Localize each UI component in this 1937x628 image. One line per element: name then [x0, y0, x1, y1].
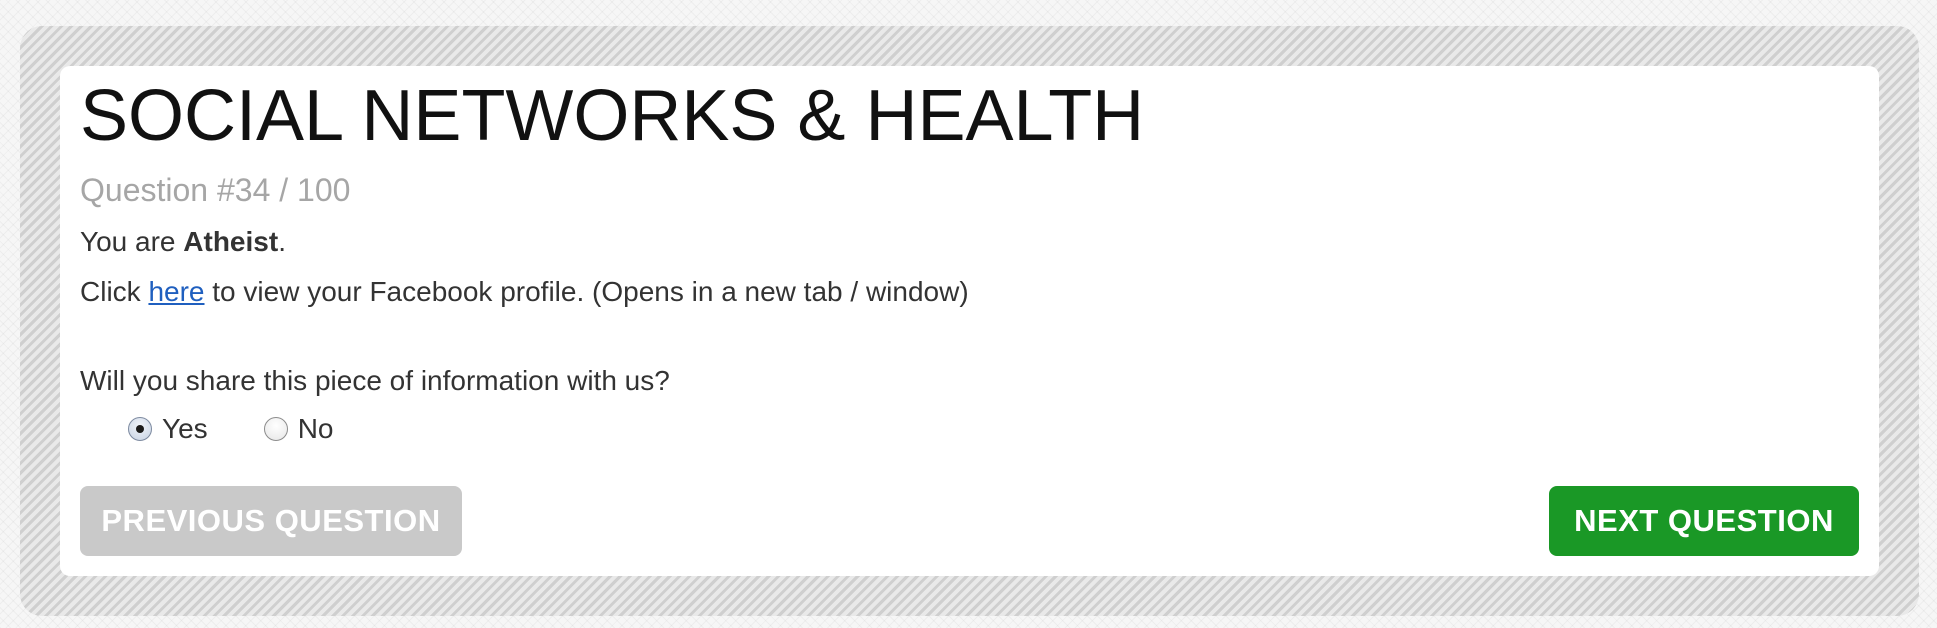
- question-counter: Question #34 / 100: [80, 172, 351, 208]
- option-no-label: No: [297, 413, 334, 444]
- question-card: SOCIAL NETWORKS & HEALTH Question #34 / …: [60, 66, 1879, 576]
- share-options: Yes No: [128, 413, 389, 445]
- survey-frame: SOCIAL NETWORKS & HEALTH Question #34 / …: [20, 26, 1919, 616]
- identity-prefix: You are: [80, 226, 184, 257]
- option-yes-label: Yes: [162, 413, 208, 444]
- profile-link-statement: Click here to view your Facebook profile…: [80, 276, 969, 308]
- radio-yes[interactable]: [128, 417, 152, 441]
- page-title: SOCIAL NETWORKS & HEALTH: [80, 76, 1145, 156]
- identity-suffix: .: [278, 226, 286, 257]
- share-question: Will you share this piece of information…: [80, 365, 670, 396]
- link-suffix: to view your Facebook profile. (Opens in…: [204, 276, 969, 307]
- option-no[interactable]: No: [263, 413, 334, 445]
- facebook-profile-link[interactable]: here: [148, 276, 204, 307]
- link-prefix: Click: [80, 276, 149, 307]
- identity-statement: You are Atheist.: [80, 226, 286, 258]
- radio-no[interactable]: [263, 417, 288, 441]
- previous-question-button[interactable]: PREVIOUS QUESTION: [80, 486, 462, 556]
- identity-value: Atheist: [183, 226, 279, 257]
- option-yes[interactable]: Yes: [128, 413, 208, 445]
- next-question-button[interactable]: NEXT QUESTION: [1549, 486, 1859, 556]
